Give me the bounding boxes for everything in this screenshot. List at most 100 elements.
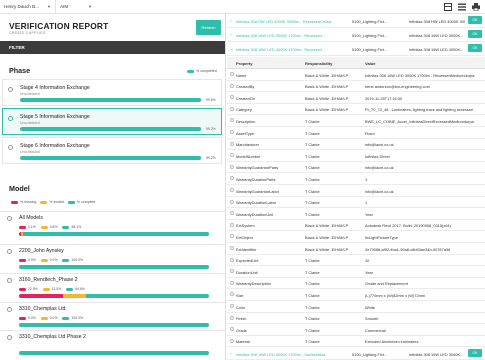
model-radio[interactable] [7,216,12,221]
property-cell: ExtObject [236,234,253,240]
table-row[interactable]: WarrantyGuarantorLabor T Clarke info@lacel… [227,185,485,197]
stage-radio[interactable] [8,116,13,121]
complete-value: 100.0% [71,316,83,320]
table-row[interactable]: Grade T Clarke Commercial [227,324,485,336]
model-list-item[interactable]: 3160_Rendtech_Phase 2 22.9% 12.5% 64.6% [2,277,222,303]
value-cell: Autodesk Revit 2017, Build: 20190508_031… [365,223,451,229]
status-badge: OK [468,30,482,38]
property-cell: Material [236,339,250,345]
missing-stat: 0.0% [19,258,36,262]
property-cell: Finish [236,316,247,322]
element-list-item[interactable]: › Infinitas 308 HW LED 4000K 3000lm - Re… [227,14,485,28]
refresh-button[interactable]: Refresh [196,20,221,35]
table-row[interactable]: ExtObject Black & White -E/H/M/LP IfcLight… [227,231,485,243]
responsibility-cell: Black & White -E/H/M/LP [305,107,349,113]
value-cell: info@lacel.co.uk [365,142,394,148]
invalid-stat: 0.0% [40,316,57,320]
model-section-title: Model [9,184,30,193]
table-row[interactable]: Finish T Clarke Smooth [227,313,485,325]
verification-report-app: Henry Dauch B... ▼ AIM ▼ VERIFICATION RE… [0,0,485,360]
property-cell: WarrantyDurationLabor [236,200,277,206]
stage-item-6[interactable]: Stage 6 Information Exchange Unscheduled… [2,137,222,164]
complete-segment [19,323,209,327]
property-cell: Size [236,292,244,298]
model-radio[interactable] [7,335,12,340]
chevron-right-icon: › [230,18,232,23]
model-stats: 0.0% 0.0% 100.0% [19,258,83,262]
table-row[interactable]: WarrantyDurationParts T Clarke 1 [227,173,485,185]
table-row[interactable]: ExtSystem Black & White -E/H/M/LP Autodesk… [227,220,485,232]
model-list-item[interactable]: 2200_John Aynsley 0.0% 0.0% 100.0% [2,248,222,274]
value-cell: 1 [365,200,368,206]
row-status-icon [230,327,234,332]
model-progress-bar [19,265,209,269]
chevron-right-icon: › [230,32,232,37]
element-list-item[interactable]: › Infinitas 308 16W LED 3000K 1700lm - R… [227,28,485,42]
value-cell: IfcLightFixtureType [365,234,398,240]
responsibility-cell: T Clarke [305,269,320,275]
property-cell: DurationUnit [236,269,258,275]
table-row[interactable]: Color T Clarke White [227,301,485,313]
property-cell: ExtSystem [236,223,255,229]
list-view-icon[interactable] [457,2,466,11]
property-cell: ExpectedLife [236,258,259,264]
missing-value: 0.0% [28,258,36,262]
invalid-stat: 0.0% [40,258,57,262]
stage-radio[interactable] [8,87,13,92]
model-list-item[interactable]: All Models 1.1% 0.8% 98.1% [2,215,222,241]
element-list-item-expanded[interactable]: ⌄ Infinitas 308 16W LED 4000K 1700lm - R… [227,42,485,56]
stage-percent: 99.5% [206,98,216,102]
model-list-item[interactable]: 3310_Chemplas Ltd 0.0% 0.0% 100.0% [2,306,222,332]
element-category: 5100_Lighting Fixt... [352,352,388,357]
missing-stat: 0.0% [19,316,36,320]
table-row[interactable]: Manufacturer T Clarke info@lacel.co.uk [227,139,485,151]
stage-item-5[interactable]: Stage 5 Information Exchange Unscheduled… [2,108,222,135]
value-cell: Infinitas Direct [365,153,390,159]
property-cell: ExtIdentifier [236,246,257,252]
table-row[interactable]: Name Black & White -E/H/M/LP Infinitas 308… [227,69,485,81]
model-row-divider [0,211,225,212]
model-select[interactable]: AIM ▼ [56,0,96,14]
element-list-item[interactable]: › Infinitas 308 16W LED 3000K 1700lm - S… [227,346,485,360]
table-row[interactable]: CreatedOn Black & White -E/H/M/LP 2019-11-… [227,92,485,104]
complete-stat: 98.1% [62,225,81,229]
element-link[interactable]: Infinitas 308 HW LED 4000K 3000lm - Rece… [236,19,336,24]
table-row[interactable]: AssetType T Clarke Fixed [227,127,485,139]
table-row[interactable]: ExpectedLife T Clarke 10 [227,255,485,267]
element-link[interactable]: Infinitas 308 16W LED 3000K 1700lm - Rec… [236,33,336,38]
model-progress-bar [19,351,209,355]
model-list-item[interactable]: 3310_Chemplas Ltd Phase 2 [2,334,222,360]
table-row[interactable]: CreatedBy Black & White -E/H/M/LP irene.an… [227,81,485,93]
value-cell: 10 [365,258,370,264]
complete-segment [86,294,209,298]
project-select[interactable]: Henry Dauch B... ▼ [0,0,56,14]
model-radio[interactable] [7,249,12,254]
model-stats: 1.1% 0.8% 98.1% [19,225,81,229]
model-radio[interactable] [7,278,12,283]
toolbar-icons [443,2,480,11]
model-radio[interactable] [7,307,12,312]
model-name: 3310_Chemplas Ltd Phase 2 [19,334,86,340]
stage-item-4[interactable]: Stage 4 Information Exchange Unscheduled… [2,79,222,106]
table-row[interactable]: ModelNumber T Clarke Infinitas Direct [227,150,485,162]
element-link[interactable]: Infinitas 308 16W LED 3000K 1700lm - Sur… [236,352,336,357]
project-select-value: Henry Dauch B... [4,4,39,9]
table-row[interactable]: WarrantyGuarantorParts T Clarke info@lacel… [227,162,485,174]
table-row[interactable]: Description T Clarke BWE_LC_COBIE_Accel_In… [227,115,485,127]
chevron-down-icon: ▼ [88,4,92,9]
table-row[interactable]: WarrantyDescription T Clarke Onsite and Re… [227,278,485,290]
element-link[interactable]: Infinitas 308 16W LED 4000K 1700lm - Rec… [236,47,336,52]
table-row[interactable]: DurationUnit T Clarke Year [227,266,485,278]
responsibility-cell: T Clarke [305,176,320,182]
table-row[interactable]: Size T Clarke (L)770mm x (W)82mm x (W)72mm [227,289,485,301]
responsibility-cell: T Clarke [305,258,320,264]
table-row[interactable]: WarrantyDurationLabor T Clarke 1 [227,197,485,209]
property-cell: Category [236,107,252,113]
table-row[interactable]: ExtIdentifier Black & White -E/H/M/LP 2e79… [227,243,485,255]
print-icon[interactable] [471,2,480,11]
table-row[interactable]: Category Black & White -E/H/M/LP Pr_70_70_… [227,104,485,116]
row-status-icon [230,257,234,262]
table-row[interactable]: WarrantyDurationUnit T Clarke Year [227,208,485,220]
stage-radio[interactable] [8,145,13,150]
grid-view-icon[interactable] [443,2,452,11]
